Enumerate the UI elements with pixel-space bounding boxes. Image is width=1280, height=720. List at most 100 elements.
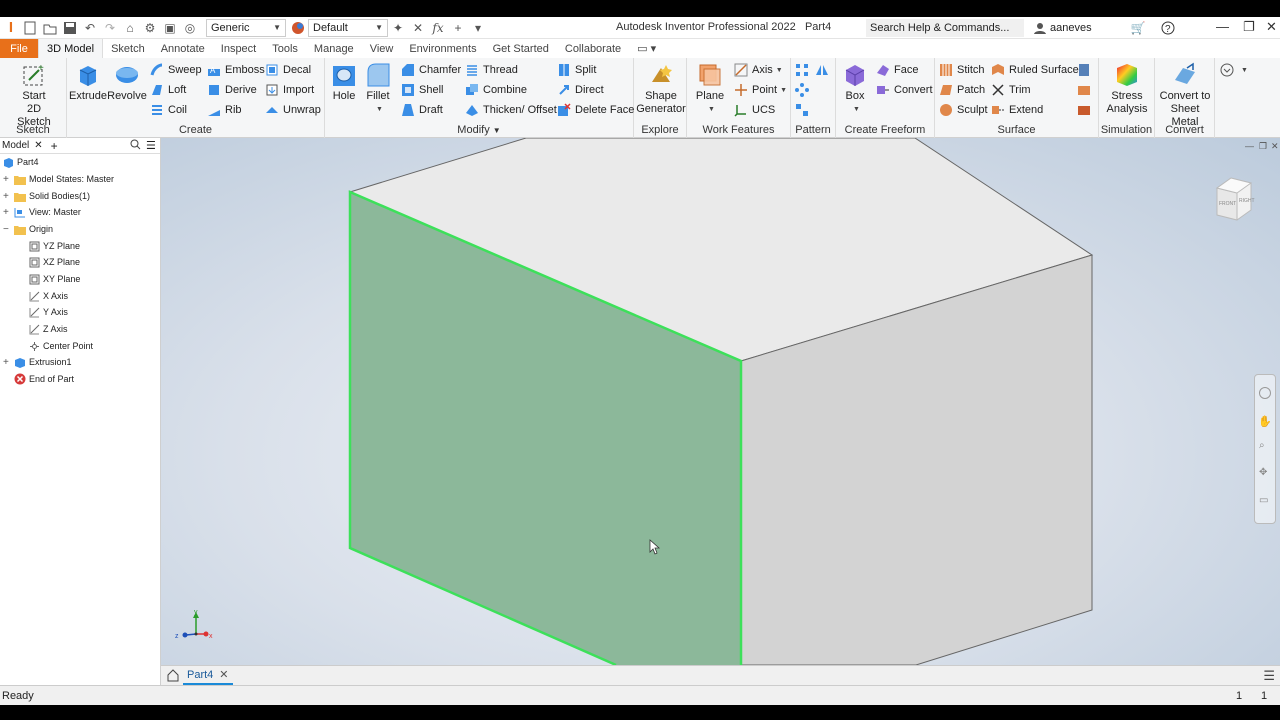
new-file-icon[interactable] [22,20,38,36]
delete-face-button[interactable]: Delete Face [557,101,634,119]
graphics-viewport[interactable]: z x y FRONT RIGHT — ❐ ✕ ✋ ⌕ ✥ ▭ [161,138,1280,665]
fx-icon[interactable]: fx [430,20,446,36]
steering-wheel-icon[interactable] [1259,387,1271,399]
tree-item-xy-plane[interactable]: XY Plane [28,271,80,287]
face-button[interactable]: Face [876,61,918,79]
plane-dropdown-icon[interactable]: ▼ [708,103,715,116]
save-icon[interactable] [62,20,78,36]
extend-button[interactable]: Extend [991,101,1043,119]
revolve-button[interactable]: Revolve [107,62,147,103]
tree-item-x-axis[interactable]: X Axis [28,288,68,304]
rib-button[interactable]: Rib [207,101,242,119]
orbit-icon[interactable]: ✥ [1259,467,1267,478]
trim-button[interactable]: Trim [991,81,1031,99]
look-at-icon[interactable]: ▭ [1259,495,1268,506]
fillet-dropdown-icon[interactable]: ▼ [376,103,383,116]
viewport-restore-icon[interactable]: ❐ [1259,141,1267,151]
stitch-button[interactable]: Stitch [939,61,985,79]
direct-button[interactable]: Direct [557,81,604,99]
zoom-icon[interactable]: ⌕ [1259,440,1265,451]
box-button[interactable]: Box ▼ [840,62,870,116]
panel-title-modify[interactable]: Modify ▼ [325,124,633,136]
collapse-icon[interactable]: − [3,224,13,235]
tab-environments[interactable]: Environments [401,39,484,58]
color-ball-icon[interactable] [290,20,306,36]
home-tab-icon[interactable] [166,668,180,685]
tab-manage[interactable]: Manage [306,39,362,58]
sculpt-button[interactable]: Sculpt [939,101,988,119]
browser-close-icon[interactable]: ✕ [34,140,42,151]
open-file-icon[interactable] [42,20,58,36]
tree-item-extrusion1[interactable]: Extrusion1 [14,354,72,370]
import-button[interactable]: Import [265,81,314,99]
tree-item-y-axis[interactable]: Y Axis [28,304,68,320]
update-icon[interactable]: ⚙ [142,20,158,36]
surface-tool-3-button[interactable] [1077,101,1095,119]
tab-3d-model[interactable]: 3D Model [38,39,104,58]
surface-tool-1-button[interactable] [1077,61,1095,79]
clear-icon[interactable]: ✕ [410,20,426,36]
inventor-logo-icon[interactable]: I [4,19,18,36]
user-account[interactable]: aaneves [1030,20,1092,36]
material-icon[interactable]: ◎ [182,20,198,36]
box-dropdown-icon[interactable]: ▼ [853,103,860,116]
loft-button[interactable]: Loft [150,81,186,99]
doc-tab-close-icon[interactable]: ✕ [219,668,228,681]
viewcube-right-label[interactable]: RIGHT [1239,198,1255,204]
ruled-surface-button[interactable]: Ruled Surface [991,61,1079,79]
style-combo[interactable]: Default ▼ [308,18,388,37]
model-canvas[interactable]: z x y FRONT RIGHT — ❐ ✕ [161,138,1280,665]
coil-button[interactable]: Coil [150,101,187,119]
start-2d-sketch-button[interactable]: + Start 2D Sketch [9,62,59,129]
tree-item-solid-bodies[interactable]: Solid Bodies(1) [14,188,90,204]
split-button[interactable]: Split [557,61,596,79]
axis-button[interactable]: Axis ▼ [734,61,783,79]
expand-icon[interactable]: + [3,357,13,368]
point-button[interactable]: Point ▼ [734,81,787,99]
pan-icon[interactable]: ✋ [1258,415,1272,428]
tree-item-model-states[interactable]: Model States: Master [14,171,114,187]
doc-tab-menu-icon[interactable]: ☰ [1263,668,1275,684]
tree-item-yz-plane[interactable]: YZ Plane [28,238,80,254]
tab-file[interactable]: File [0,39,38,58]
ucs-button[interactable]: UCS [734,101,775,119]
thread-button[interactable]: Thread [465,61,518,79]
unwrap-button[interactable]: Unwrap [265,101,321,119]
circular-pattern-button[interactable] [795,81,813,99]
sketch-pattern-button[interactable] [795,101,813,119]
mirror-button[interactable] [815,61,833,79]
doc-tab-part4[interactable]: Part4 ✕ [183,667,233,685]
chamfer-button[interactable]: Chamfer [401,61,461,79]
viewport-close-icon[interactable]: ✕ [1271,141,1279,151]
browser-search-icon[interactable] [130,139,141,153]
combine-button[interactable]: Combine [465,81,527,99]
select-icon[interactable]: ▣ [162,20,178,36]
expand-icon[interactable]: + [3,207,13,218]
emboss-button[interactable]: A Emboss [207,61,265,79]
patch-button[interactable]: Patch [939,81,985,99]
hole-button[interactable]: Hole [329,62,359,103]
tab-get-started[interactable]: Get Started [485,39,557,58]
point-dropdown-icon[interactable]: ▼ [780,87,787,94]
tree-item-z-axis[interactable]: Z Axis [28,321,68,337]
tree-item-end-of-part[interactable]: End of Part [14,371,74,387]
viewcube[interactable]: FRONT RIGHT [1215,177,1255,221]
tab-sketch[interactable]: Sketch [103,39,153,58]
customize-icon[interactable]: ▾ [470,20,486,36]
derive-button[interactable]: Derive [207,81,257,99]
tree-item-center-point[interactable]: Center Point [28,338,93,354]
close-button[interactable]: ✕ [1266,19,1277,35]
tree-item-part[interactable]: Part4 [2,154,39,170]
browser-tab-model[interactable]: Model [2,140,29,151]
tab-collaborate[interactable]: Collaborate [557,39,629,58]
ribbon-options-button[interactable]: ▼ [1220,61,1248,79]
restore-button[interactable]: ❐ [1243,19,1255,35]
shape-generator-button[interactable]: Shape Generator [636,62,686,116]
tab-inspect[interactable]: Inspect [213,39,264,58]
tree-item-xz-plane[interactable]: XZ Plane [28,254,80,270]
fillet-button[interactable]: Fillet ▼ [363,62,393,116]
browser-add-icon[interactable]: + [51,139,58,153]
tab-view[interactable]: View [362,39,402,58]
minimize-button[interactable]: — [1216,19,1229,34]
convert-to-sheet-metal-button[interactable]: Convert to Sheet Metal [1156,62,1214,129]
